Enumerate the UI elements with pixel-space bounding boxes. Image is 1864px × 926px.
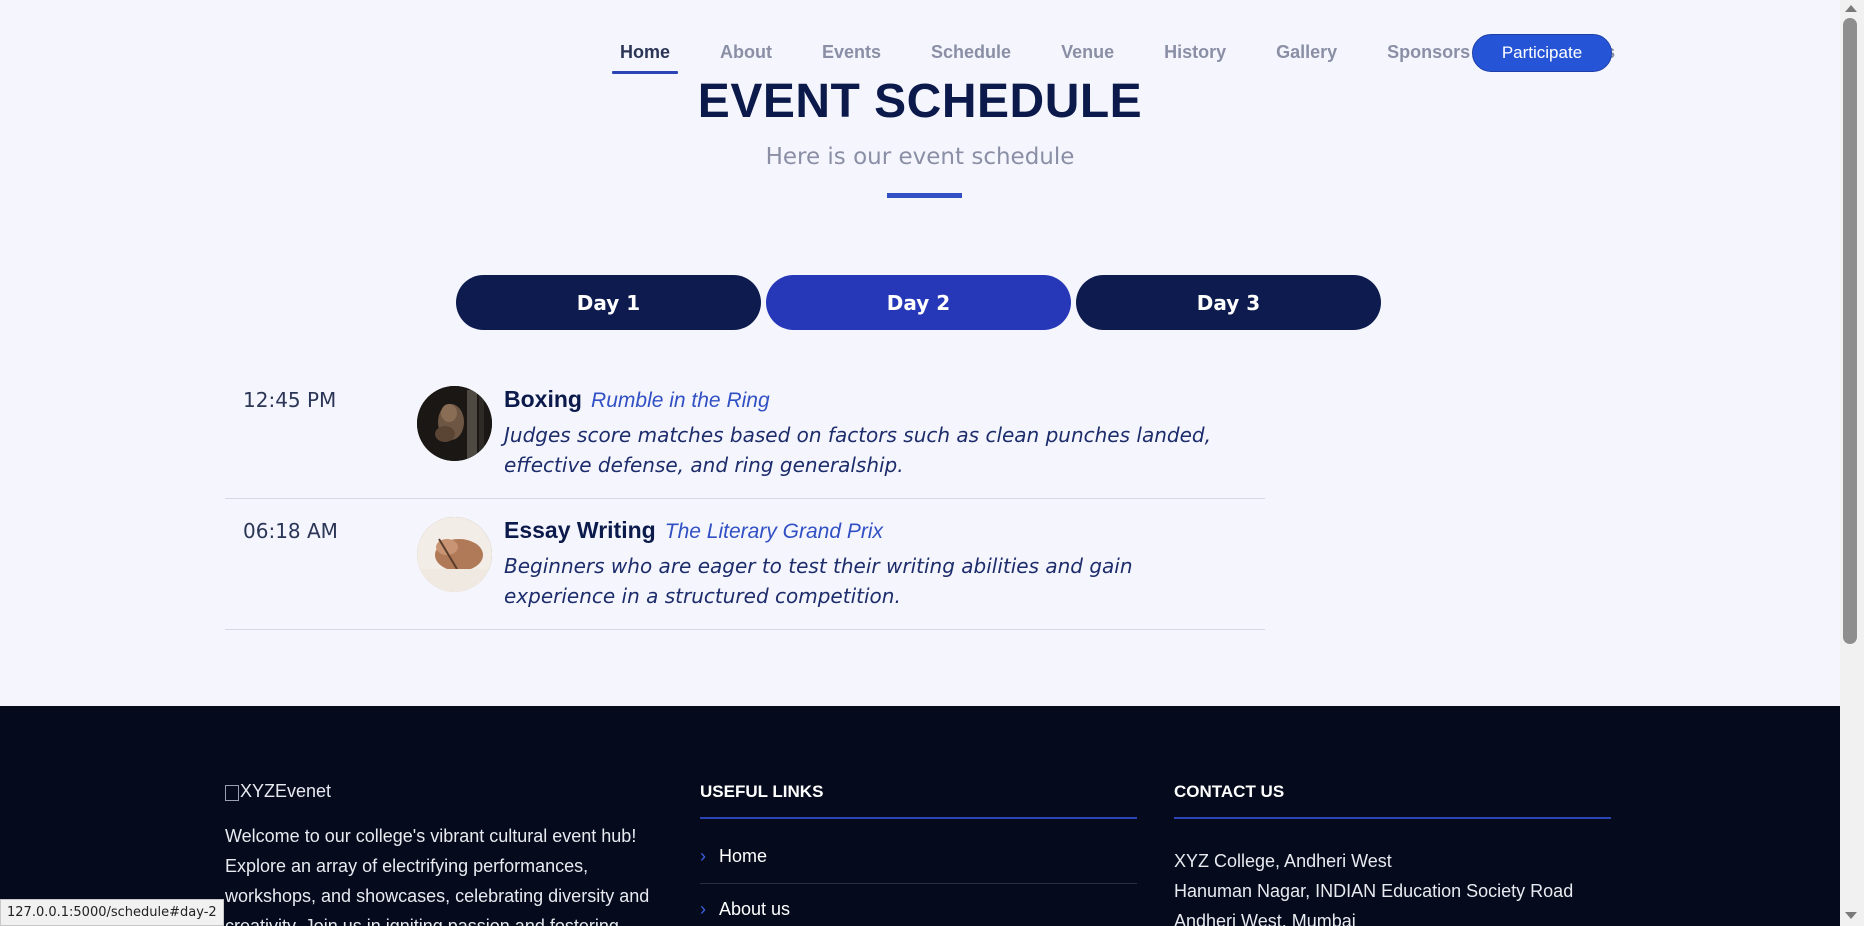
page-subtitle: Here is our event schedule bbox=[765, 144, 1075, 170]
footer-logo: XYZEvenet bbox=[225, 781, 331, 802]
useful-links-divider bbox=[700, 817, 1137, 819]
event-heading: Essay Writing The Literary Grand Prix bbox=[504, 517, 883, 544]
event-name: Boxing bbox=[504, 386, 582, 412]
nav-gallery[interactable]: Gallery bbox=[1266, 34, 1347, 74]
contact-line: XYZ College, Andheri West bbox=[1174, 851, 1392, 871]
footer-about: Welcome to our college's vibrant cultura… bbox=[225, 826, 650, 926]
contact-divider bbox=[1174, 817, 1611, 819]
chevron-right-icon: › bbox=[700, 846, 706, 866]
contact-line: Andheri West, Mumbai bbox=[1174, 911, 1356, 926]
tab-day-3[interactable]: Day 3 bbox=[1076, 275, 1381, 330]
schedule-item: 12:45 PM Boxing Rumble in the Ring Judge… bbox=[225, 368, 1265, 499]
schedule-item: 06:18 AM Essay Writing The Literary Gran… bbox=[225, 499, 1265, 630]
writing-hand-photo bbox=[417, 517, 492, 592]
footer-link-home[interactable]: › Home bbox=[700, 846, 767, 867]
tab-day-1[interactable]: Day 1 bbox=[456, 275, 761, 330]
day-tabs: Day 1 Day 2 Day 3 bbox=[456, 275, 1386, 330]
nav-sponsors[interactable]: Sponsors bbox=[1377, 34, 1480, 74]
footer: XYZEvenet Welcome to our college's vibra… bbox=[0, 706, 1840, 926]
useful-links-heading: USEFUL LINKS bbox=[700, 782, 824, 801]
boxer-photo bbox=[417, 386, 492, 461]
contact-heading: CONTACT US bbox=[1174, 782, 1285, 801]
chevron-right-icon: › bbox=[700, 899, 706, 919]
contact-line: Hanuman Nagar, INDIAN Education Society … bbox=[1174, 881, 1574, 901]
event-description: Judges score matches based on factors su… bbox=[504, 423, 1211, 477]
scrollbar-thumb[interactable] bbox=[1843, 18, 1857, 644]
page-title: EVENT SCHEDULE bbox=[697, 75, 1143, 128]
nav-about[interactable]: About bbox=[710, 34, 782, 74]
event-time: 12:45 PM bbox=[243, 388, 337, 412]
nav-history[interactable]: History bbox=[1154, 34, 1236, 74]
scroll-up-arrow-icon[interactable] bbox=[1845, 5, 1857, 12]
event-time: 06:18 AM bbox=[243, 519, 338, 543]
event-heading: Boxing Rumble in the Ring bbox=[504, 386, 770, 413]
broken-image-icon bbox=[225, 784, 239, 801]
event-description: Beginners who are eager to test their wr… bbox=[504, 554, 1133, 608]
title-underline bbox=[887, 193, 962, 198]
event-subtitle: The Literary Grand Prix bbox=[664, 520, 884, 543]
nav-events[interactable]: Events bbox=[812, 34, 891, 74]
footer-link-label: About us bbox=[719, 899, 791, 919]
scroll-down-arrow-icon[interactable] bbox=[1845, 912, 1857, 919]
logo-alt-text: XYZEvenet bbox=[240, 781, 332, 801]
schedule-list: 12:45 PM Boxing Rumble in the Ring Judge… bbox=[225, 368, 1265, 630]
contact-block: XYZ College, Andheri West Hanuman Nagar,… bbox=[1174, 846, 1573, 926]
nav-schedule[interactable]: Schedule bbox=[921, 34, 1021, 74]
event-name: Essay Writing bbox=[504, 517, 656, 543]
participate-button[interactable]: Participate bbox=[1472, 34, 1612, 72]
footer-link-label: Home bbox=[719, 846, 768, 866]
nav-venue[interactable]: Venue bbox=[1051, 34, 1124, 74]
status-url: 127.0.0.1:5000/schedule#day-2 bbox=[0, 899, 224, 926]
event-subtitle: Rumble in the Ring bbox=[591, 389, 770, 412]
link-divider bbox=[700, 883, 1137, 884]
page: Home About Events Schedule Venue History… bbox=[0, 0, 1840, 926]
tab-day-2[interactable]: Day 2 bbox=[766, 275, 1071, 330]
nav-home[interactable]: Home bbox=[610, 34, 680, 74]
footer-link-about[interactable]: › About us bbox=[700, 899, 790, 920]
